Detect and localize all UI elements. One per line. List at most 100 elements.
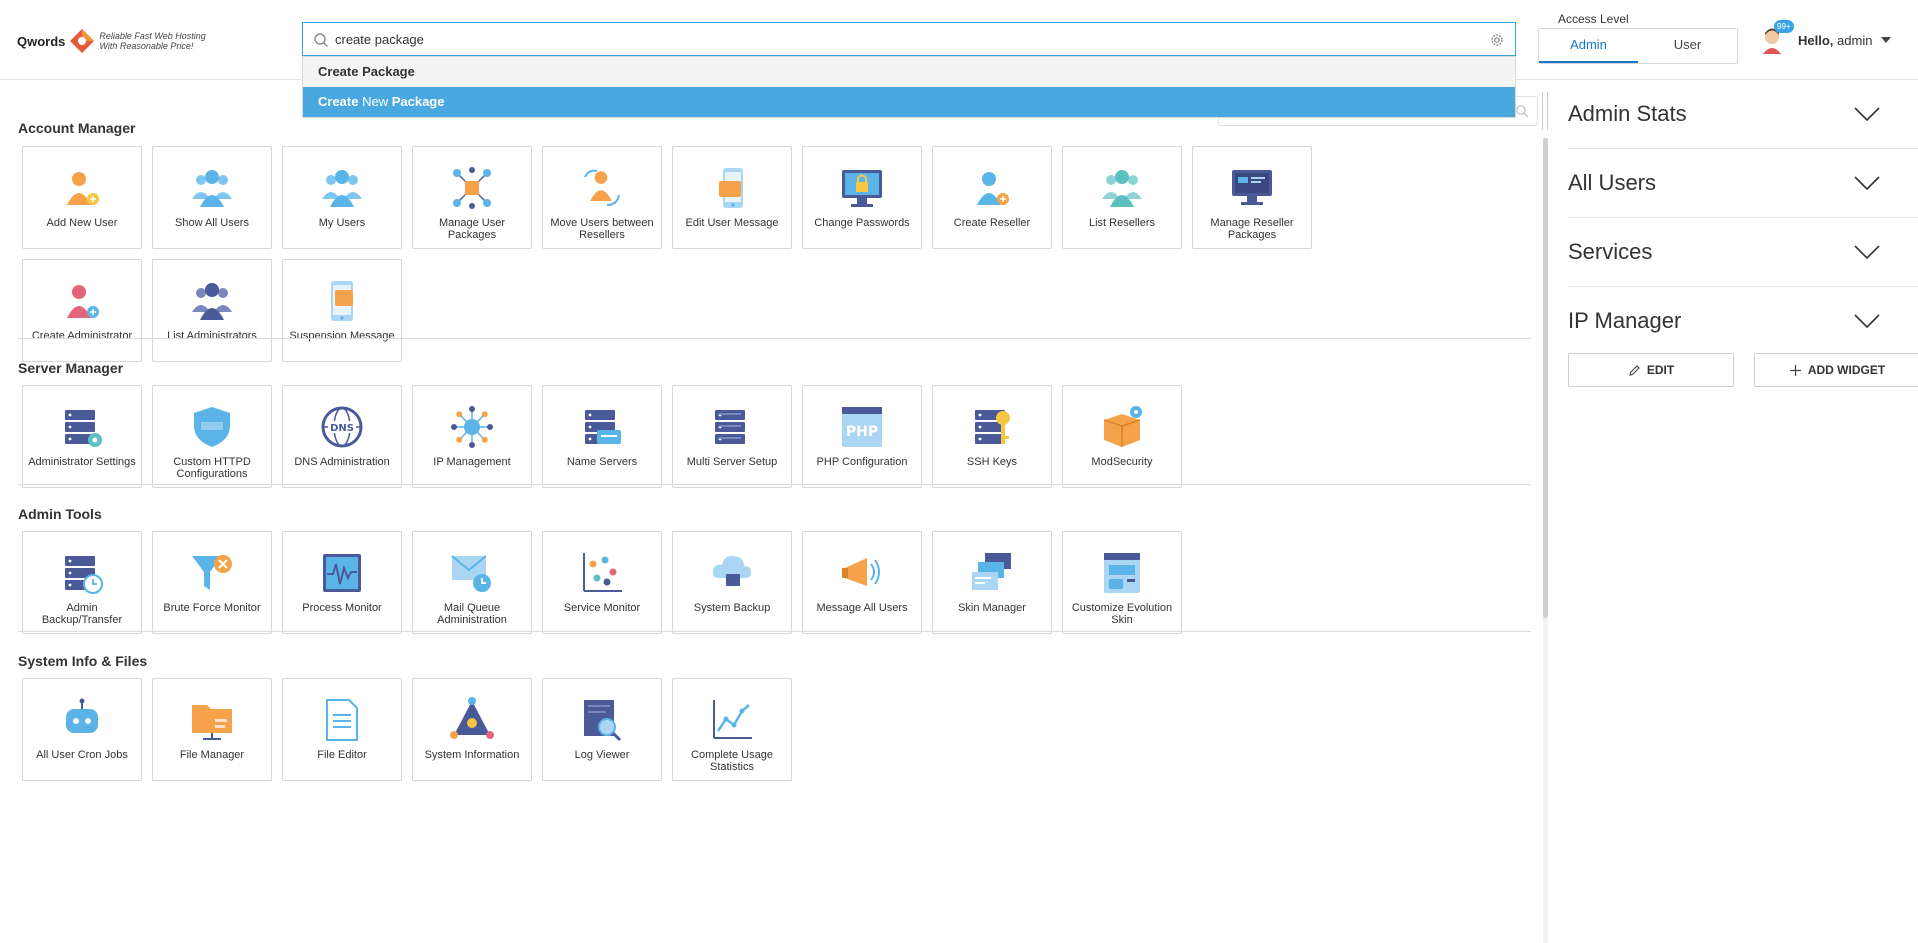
notification-badge[interactable]: 99+ <box>1774 20 1794 33</box>
widget-ip-manager[interactable]: IP Manager <box>1568 287 1918 355</box>
tile-log-viewer[interactable]: Log Viewer <box>542 678 662 781</box>
tile-create-administrator[interactable]: Create Administrator <box>22 259 142 362</box>
tile-label: Complete Usage Statistics <box>691 749 773 773</box>
tile-customize-evolution-skin[interactable]: Customize Evolution Skin <box>1062 531 1182 634</box>
skin-manager-icon <box>972 553 1011 590</box>
tile-file-manager[interactable]: File Manager <box>152 678 272 781</box>
monitor-lock-icon <box>842 170 882 207</box>
tile-ip-management[interactable]: IP Management <box>412 385 532 488</box>
search-suggestions: Create Package Create New Package <box>302 56 1516 118</box>
chevron-down-icon[interactable] <box>1854 245 1880 259</box>
search-icon <box>314 33 328 47</box>
widget-admin-stats[interactable]: Admin Stats <box>1568 80 1918 149</box>
svg-text:DNS: DNS <box>330 423 354 434</box>
tile-mail-queue-administration[interactable]: Mail Queue Administration <box>412 531 532 634</box>
tile-show-all-users[interactable]: Show All Users <box>152 146 272 249</box>
access-level-label: Access Level <box>1558 12 1629 26</box>
tile-label: ModSecurity <box>1091 456 1153 468</box>
file-manager-folder-icon <box>192 705 232 740</box>
service-monitor-icon <box>583 553 622 592</box>
tile-process-monitor[interactable]: Process Monitor <box>282 531 402 634</box>
tile-list-resellers[interactable]: List Resellers <box>1062 146 1182 249</box>
tile-edit-user-message[interactable]: Edit User Message <box>672 146 792 249</box>
access-tab-user[interactable]: User <box>1638 29 1737 63</box>
tile-message-all-users[interactable]: Message All Users <box>802 531 922 634</box>
phone-message-icon <box>719 168 743 208</box>
tile-custom-httpd-configurations[interactable]: Custom HTTPD Configurations <box>152 385 272 488</box>
search-settings-gear-icon[interactable] <box>1489 32 1505 48</box>
tile-system-backup[interactable]: System Backup <box>672 531 792 634</box>
suggestion-create-package[interactable]: Create Package <box>303 57 1515 87</box>
main-scrollbar[interactable] <box>1543 138 1548 943</box>
tile-add-new-user[interactable]: Add New User <box>22 146 142 249</box>
section-title: Account Manager <box>18 120 136 136</box>
tile-suspension-message[interactable]: Suspension Message <box>282 259 402 362</box>
suggestion-create-new-package[interactable]: Create New Package <box>303 87 1515 117</box>
access-level: Access Level Admin User <box>1538 12 1738 64</box>
search-input[interactable] <box>335 23 1465 55</box>
right-panel: Admin Stats All Users Services IP Manage… <box>1556 80 1918 943</box>
tile-admin-backup-transfer[interactable]: Admin Backup/Transfer <box>22 531 142 634</box>
tile-label: SSH Keys <box>966 456 1018 468</box>
plus-icon <box>1789 364 1801 376</box>
tile-multi-server-setup[interactable]: Multi Server Setup <box>672 385 792 488</box>
tile-my-users[interactable]: My Users <box>282 146 402 249</box>
tile-system-information[interactable]: System Information <box>412 678 532 781</box>
tile-file-editor[interactable]: File Editor <box>282 678 402 781</box>
chevron-down-icon[interactable] <box>1880 36 1892 44</box>
tile-all-user-cron-jobs[interactable]: All User Cron Jobs <box>22 678 142 781</box>
qwords-logo[interactable]: Qwords Reliable Fast Web Hosting With Re… <box>17 24 206 58</box>
tile-label: File Editor <box>317 749 367 761</box>
tile-label: System Backup <box>693 602 771 614</box>
tile-label: Customize Evolution Skin <box>1071 602 1173 626</box>
access-tab-admin[interactable]: Admin <box>1539 29 1638 63</box>
global-search[interactable] <box>302 22 1516 56</box>
scroll-thumb[interactable] <box>1543 138 1548 618</box>
tile-change-passwords[interactable]: Change Passwords <box>802 146 922 249</box>
chevron-down-icon[interactable] <box>1854 107 1880 121</box>
chevron-down-icon[interactable] <box>1854 314 1880 328</box>
widget-title: All Users <box>1568 170 1657 195</box>
tile-brute-force-monitor[interactable]: Brute Force Monitor <box>152 531 272 634</box>
my-users-icon <box>322 170 362 207</box>
chevron-down-icon[interactable] <box>1854 176 1880 190</box>
filter-search-icon <box>1516 105 1529 118</box>
tile-php-configuration[interactable]: PHP PHP Configuration <box>802 385 922 488</box>
list-resellers-icon <box>1102 170 1142 207</box>
modsecurity-box-icon <box>1103 406 1142 447</box>
tile-label: Log Viewer <box>574 749 630 761</box>
tile-dns-administration[interactable]: DNS DNS Administration <box>282 385 402 488</box>
multi-server-icon <box>715 410 745 444</box>
file-editor-icon <box>326 699 358 741</box>
avatar: 99+ <box>1758 20 1794 54</box>
tile-manage-reseller-packages[interactable]: Manage Reseller Packages <box>1192 146 1312 249</box>
tile-list-administrators[interactable]: List Administrators <box>152 259 272 362</box>
tile-administrator-settings[interactable]: Administrator Settings <box>22 385 142 488</box>
tile-label: List Resellers <box>1088 217 1156 229</box>
cloud-backup-icon <box>712 555 752 586</box>
tile-manage-user-packages[interactable]: Manage User Packages <box>412 146 532 249</box>
tile-move-users-between-resellers[interactable]: Move Users between Resellers <box>542 146 662 249</box>
tile-label: Name Servers <box>566 456 638 468</box>
tile-label: IP Management <box>433 456 511 468</box>
widget-services[interactable]: Services <box>1568 218 1918 287</box>
panel-splitter[interactable] <box>1542 92 1548 130</box>
edit-button[interactable]: EDIT <box>1568 353 1734 387</box>
users-group-icon <box>192 170 232 207</box>
tile-label: File Manager <box>179 749 245 761</box>
tile-skin-manager[interactable]: Skin Manager <box>932 531 1052 634</box>
add-widget-button[interactable]: ADD WIDGET <box>1754 353 1918 387</box>
tile-create-reseller[interactable]: Create Reseller <box>932 146 1052 249</box>
tile-grid: All User Cron Jobs File Manager File Edito… <box>22 678 1432 791</box>
logo-tagline: Reliable Fast Web Hosting With Reasonabl… <box>99 31 206 51</box>
create-admin-icon <box>67 285 99 318</box>
tile-name-servers[interactable]: Name Servers <box>542 385 662 488</box>
tile-complete-usage-statistics[interactable]: Complete Usage Statistics <box>672 678 792 781</box>
logo-word: Qwords <box>17 33 66 49</box>
user-menu[interactable]: 99+ Hello, admin <box>1758 20 1892 58</box>
tile-ssh-keys[interactable]: SSH Keys <box>932 385 1052 488</box>
tile-service-monitor[interactable]: Service Monitor <box>542 531 662 634</box>
widget-all-users[interactable]: All Users <box>1568 149 1918 218</box>
widget-title: Services <box>1568 239 1653 264</box>
tile-modsecurity[interactable]: ModSecurity <box>1062 385 1182 488</box>
